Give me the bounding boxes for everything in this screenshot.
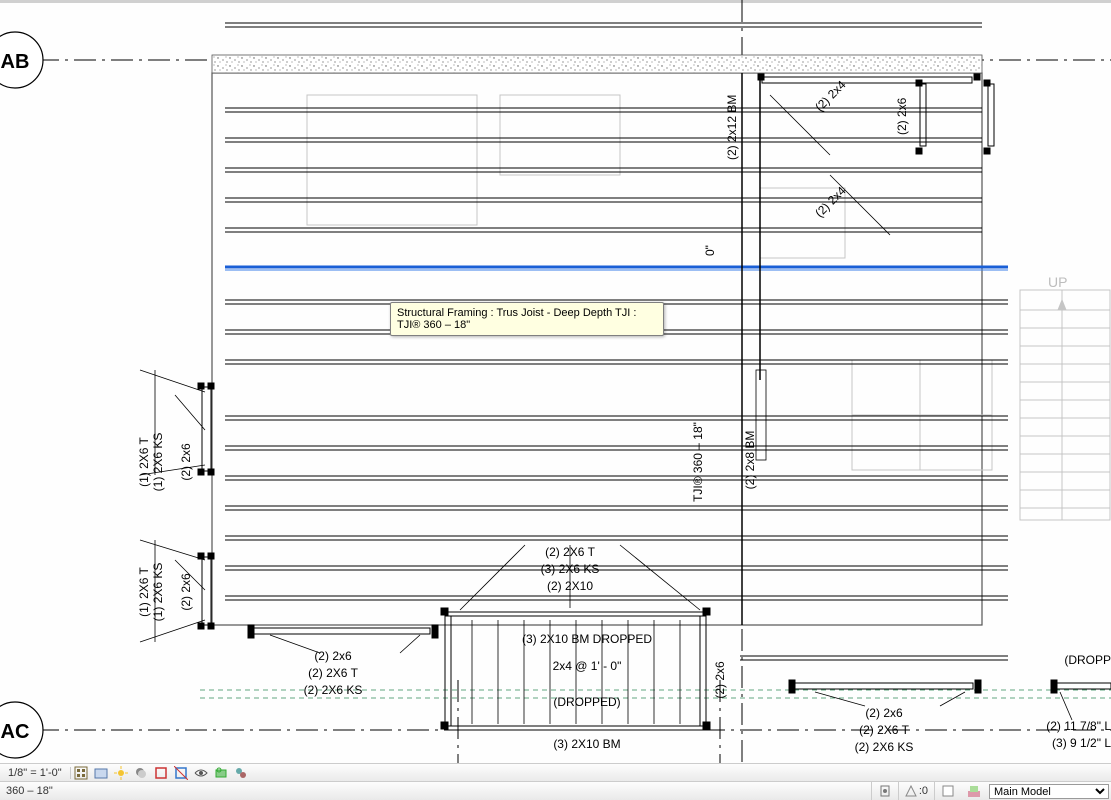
svg-text:(3) 2X10 BM DROPPED: (3) 2X10 BM DROPPED: [522, 632, 652, 646]
svg-text:(2) 2x6: (2) 2x6: [314, 649, 352, 663]
svg-text:AB: AB: [1, 51, 30, 73]
svg-text:(3) 2X6 KS: (3) 2X6 KS: [541, 562, 600, 576]
shadows-icon[interactable]: [132, 765, 150, 781]
crop-region-visible-icon[interactable]: [172, 765, 190, 781]
detail-level-icon[interactable]: [72, 765, 90, 781]
svg-text:(3) 9 1/2" L: (3) 9 1/2" L: [1052, 736, 1111, 750]
svg-text:(1) 2X6 T: (1) 2X6 T: [137, 436, 151, 486]
grid-bubble-ac: AC: [0, 702, 43, 758]
svg-text:(2) 2x12 BM: (2) 2x12 BM: [725, 95, 739, 160]
svg-text:(1) 2X6 KS: (1) 2X6 KS: [151, 433, 165, 492]
svg-text:(2) 2x8 BM: (2) 2x8 BM: [743, 431, 757, 490]
svg-text:(2) 2X10: (2) 2X10: [547, 579, 593, 593]
svg-text:(1) 2X6 T: (1) 2X6 T: [137, 566, 151, 616]
editable-only-icon[interactable]: [935, 782, 961, 800]
view-scale[interactable]: 1/8" = 1'-0": [0, 767, 71, 779]
constraint-indicator[interactable]: :0: [899, 782, 934, 800]
svg-text:(2) 2x6: (2) 2x6: [865, 706, 903, 720]
workset-select[interactable]: Main Model: [989, 784, 1109, 799]
element-tooltip: Structural Framing : Trus Joist - Deep D…: [390, 302, 664, 336]
svg-text:0": 0": [703, 245, 717, 256]
svg-text:(2) 2X6 T: (2) 2X6 T: [308, 666, 358, 680]
svg-text:(3) 2X10 BM: (3) 2X10 BM: [553, 737, 620, 751]
svg-text:(DROPPED): (DROPPED): [553, 695, 620, 709]
svg-text:2x4 @ 1' - 0": 2x4 @ 1' - 0": [553, 659, 622, 673]
sun-path-icon[interactable]: [112, 765, 130, 781]
svg-text:(2) 2x6: (2) 2x6: [179, 573, 193, 611]
temp-hide-icon[interactable]: [192, 765, 210, 781]
grid-bubble-ab: AB: [0, 32, 43, 88]
view-control-bar: 1/8" = 1'-0": [0, 763, 1111, 782]
drawing-svg: AB AC: [0, 0, 1111, 764]
workset-icon[interactable]: [961, 782, 987, 800]
svg-text:(2) 2X6 T: (2) 2X6 T: [545, 545, 595, 559]
svg-text:TJI® 360 – 18": TJI® 360 – 18": [691, 422, 705, 502]
drawing-canvas[interactable]: AB AC: [0, 0, 1111, 764]
svg-text:(2) 2X6 KS: (2) 2X6 KS: [855, 740, 914, 754]
svg-text:(2) 2X6 T: (2) 2X6 T: [859, 723, 909, 737]
svg-text:(1) 2X6 KS: (1) 2X6 KS: [151, 563, 165, 622]
svg-text:(2) 2X6 KS: (2) 2X6 KS: [304, 683, 363, 697]
svg-text:UP: UP: [1048, 274, 1067, 290]
visual-style-icon[interactable]: [92, 765, 110, 781]
svg-text:AC: AC: [1, 721, 30, 743]
svg-text:(2) 2x6: (2) 2x6: [895, 97, 909, 135]
press-drag-icon[interactable]: [872, 782, 898, 800]
selected-joist[interactable]: [225, 267, 1008, 270]
reveal-hidden-icon[interactable]: [212, 765, 230, 781]
status-bar: 360 – 18" :0 Main Model: [0, 781, 1111, 800]
status-message: 360 – 18": [0, 785, 871, 797]
svg-text:(DROPP: (DROPP: [1064, 653, 1111, 667]
crop-view-icon[interactable]: [152, 765, 170, 781]
worksharing-display-icon[interactable]: [232, 765, 250, 781]
svg-text:(2) 11 7/8" L: (2) 11 7/8" L: [1046, 719, 1111, 733]
svg-text:(2) 2x6: (2) 2x6: [179, 443, 193, 481]
svg-text:(2) 2x6: (2) 2x6: [713, 661, 727, 699]
